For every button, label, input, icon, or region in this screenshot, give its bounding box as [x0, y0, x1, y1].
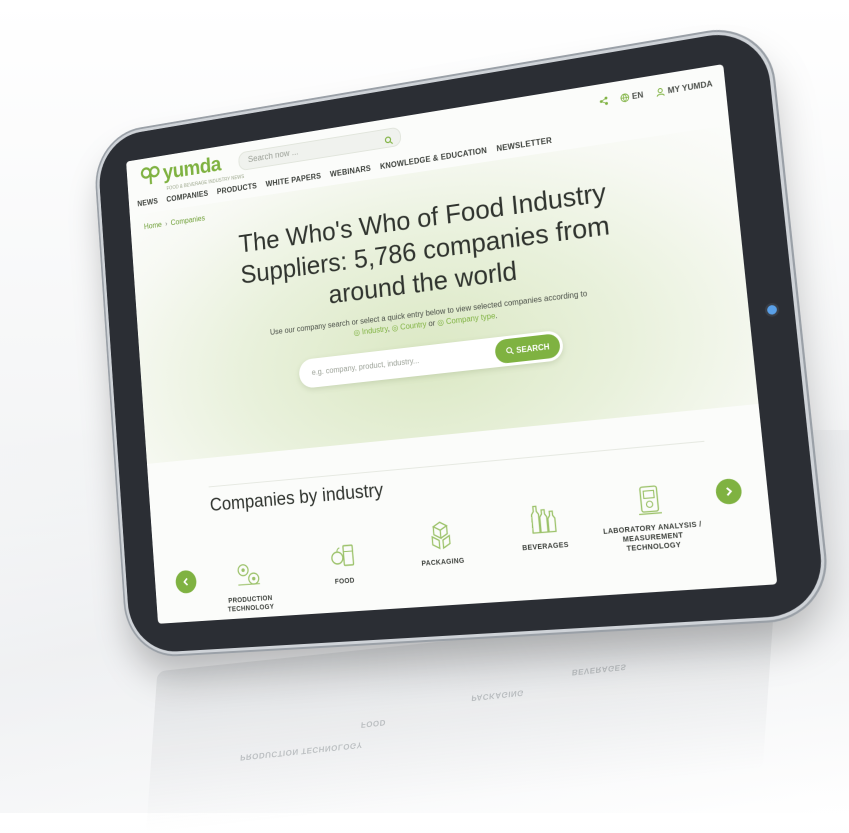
nav-item-products[interactable]: PRODUCTS: [217, 182, 258, 197]
tablet-device: yumda FOOD & BEVERAGE INDUSTRY NEWS Sear…: [96, 26, 827, 654]
carousel-next-button[interactable]: [714, 477, 743, 506]
chevron-right-icon: [723, 486, 735, 497]
language-label: EN: [631, 90, 644, 102]
gears-icon: [232, 558, 264, 591]
account-label: MY YUMDA: [667, 79, 713, 96]
company-search-placeholder: e.g. company, product, industry...: [311, 356, 420, 378]
industry-card-beverages[interactable]: BEVERAGES: [494, 498, 598, 597]
boxes-icon: [423, 517, 458, 553]
search-icon: [505, 346, 513, 355]
reflection-label-beverages: BEVERAGES: [571, 662, 627, 678]
search-button[interactable]: SEARCH: [494, 332, 561, 365]
nav-item-companies[interactable]: COMPANIES: [166, 189, 209, 204]
carousel-prev-button[interactable]: [174, 569, 198, 594]
lab-device-icon: [630, 481, 669, 519]
reflection-label-packaging: PACKAGING: [471, 688, 525, 703]
industry-card-food[interactable]: FOOD: [298, 535, 392, 610]
breadcrumb-separator: ›: [164, 219, 168, 228]
industry-link-label: Industry: [361, 324, 388, 337]
nav-item-webinars[interactable]: WEBINARS: [330, 164, 372, 179]
industry-card-laboratory-analysis[interactable]: LABORATORY ANALYSIS / MEASUREMENT TECHNO…: [598, 478, 708, 590]
globe-icon: [619, 93, 629, 103]
search-button-label: SEARCH: [515, 341, 550, 355]
share-icon[interactable]: [598, 96, 608, 106]
industry-card-packaging[interactable]: PACKAGING: [394, 515, 493, 604]
or-text: or: [428, 318, 436, 329]
nav-item-news[interactable]: NEWS: [137, 197, 158, 208]
account-link[interactable]: MY YUMDA: [655, 79, 713, 97]
industry-label: LABORATORY ANALYSIS / MEASUREMENT TECHNO…: [602, 521, 702, 554]
header-search-placeholder: Search now ...: [247, 146, 299, 165]
food-basket-icon: [326, 537, 360, 573]
country-link-label: Country: [399, 319, 427, 332]
industry-section-title: Companies by industry: [209, 480, 385, 516]
stage: PRODUCTION TECHNOLOGY FOOD PACKAGING BEV…: [0, 0, 849, 833]
bottles-icon: [525, 500, 562, 537]
logo[interactable]: yumda FOOD & BEVERAGE INDUSTRY NEWS: [140, 152, 244, 192]
header-utilities: EN MY YUMDA: [598, 79, 713, 106]
camera-icon: [766, 304, 778, 316]
user-icon: [655, 87, 665, 97]
reflection-label-production: PRODUCTION TECHNOLOGY: [239, 740, 363, 763]
language-selector[interactable]: EN: [619, 90, 644, 103]
search-icon[interactable]: [384, 132, 393, 142]
industry-card-production-technology[interactable]: PRODUCTION TECHNOLOGY: [205, 556, 294, 616]
reflection-label-food: FOOD: [360, 717, 387, 730]
tablet-screen: yumda FOOD & BEVERAGE INDUSTRY NEWS Sear…: [126, 64, 778, 624]
industry-label: PRODUCTION TECHNOLOGY: [227, 595, 275, 614]
industry-label: FOOD: [334, 577, 355, 586]
chevron-left-icon: [181, 577, 190, 587]
leaf-logo-icon: [140, 163, 161, 186]
industry-label: PACKAGING: [421, 557, 465, 568]
industry-label: BEVERAGES: [522, 541, 570, 553]
